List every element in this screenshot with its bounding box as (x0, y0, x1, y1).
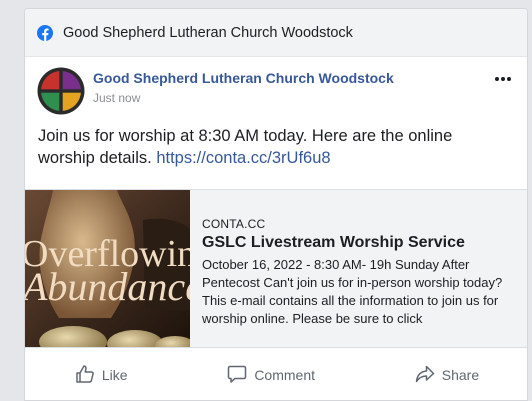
link-description: October 16, 2022 - 8:30 AM- 19h Sunday A… (202, 257, 503, 326)
facebook-icon (37, 24, 53, 41)
link-title[interactable]: GSLC Livestream Worship Service (202, 234, 517, 252)
avatar[interactable] (37, 67, 85, 115)
thumbs-up-icon (75, 364, 95, 387)
share-header-title: Good Shepherd Lutheran Church Woodstock (63, 24, 353, 41)
comment-label: Comment (254, 367, 315, 383)
post-url-link[interactable]: https://conta.cc/3rUf6u8 (156, 149, 330, 167)
comment-icon (227, 364, 247, 387)
post-message: Join us for worship at 8:30 AM today. He… (25, 125, 527, 169)
page-name-link[interactable]: Good Shepherd Lutheran Church Woodstock (93, 70, 394, 86)
link-domain: CONTA.CC (202, 217, 266, 231)
link-preview[interactable]: Overflowing Abundance CONTA.CC GSLC Live… (25, 189, 527, 348)
like-button[interactable]: Like (75, 364, 128, 387)
share-label: Share (441, 367, 480, 383)
post-header: Good Shepherd Lutheran Church Woodstock … (25, 57, 527, 123)
image-text-abundance: Abundance (25, 264, 190, 309)
comment-button[interactable]: Comment (227, 364, 315, 387)
like-label: Like (101, 367, 128, 383)
post-timestamp[interactable]: Just now (93, 91, 140, 105)
action-bar: Like Comment Share (25, 348, 527, 400)
share-header: Good Shepherd Lutheran Church Woodstock (25, 9, 527, 57)
link-preview-image[interactable]: Overflowing Abundance (25, 190, 190, 347)
post-card: Good Shepherd Lutheran Church Woodstock … (24, 8, 528, 401)
share-icon (415, 364, 435, 387)
more-options-icon[interactable] (493, 71, 513, 87)
share-button[interactable]: Share (415, 364, 479, 387)
link-preview-body: CONTA.CC GSLC Livestream Worship Service… (202, 217, 517, 328)
